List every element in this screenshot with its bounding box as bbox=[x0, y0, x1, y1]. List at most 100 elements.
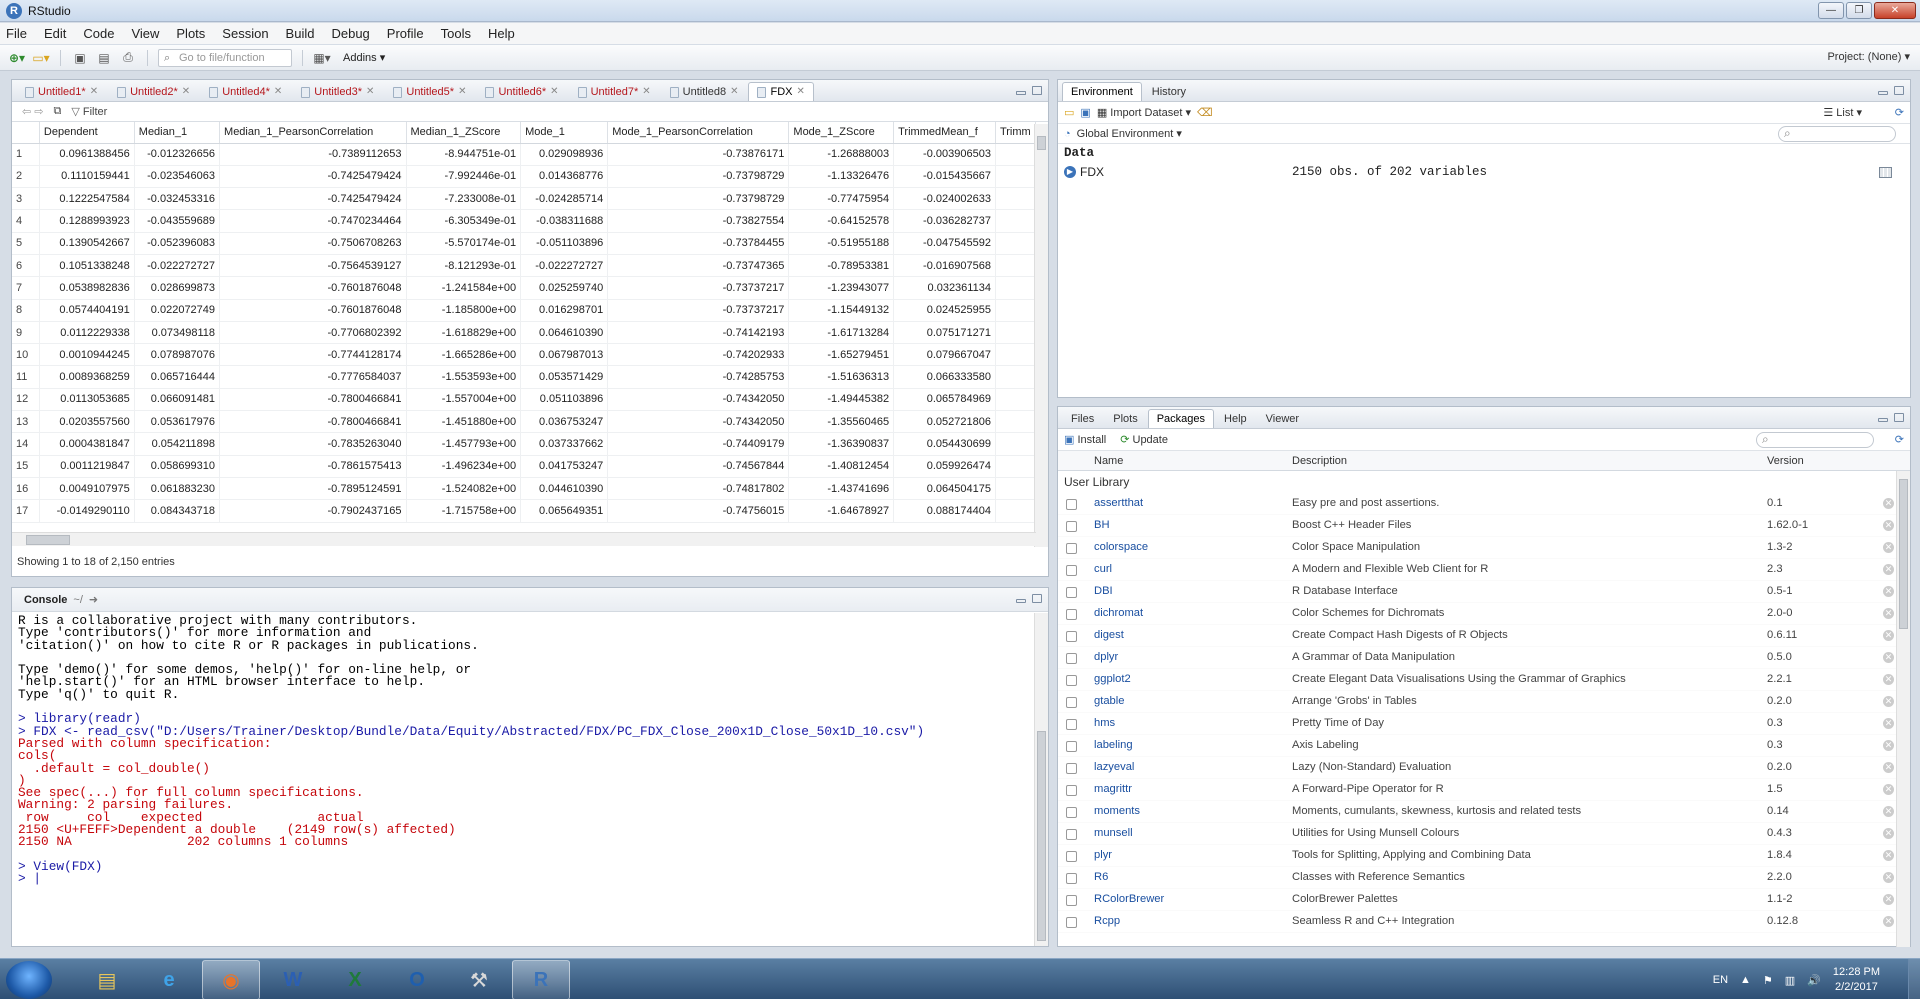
package-name-link[interactable]: RColorBrewer bbox=[1094, 893, 1164, 905]
print-icon[interactable]: ⎙ bbox=[119, 50, 137, 66]
remove-package-icon[interactable]: ✕ bbox=[1883, 674, 1894, 685]
package-checkbox[interactable] bbox=[1066, 917, 1077, 928]
show-desktop-button[interactable] bbox=[1908, 959, 1920, 999]
clear-broom-icon[interactable]: ⌫ bbox=[1197, 106, 1213, 119]
data-vertical-scrollbar[interactable] bbox=[1034, 124, 1048, 547]
tab-untitled5[interactable]: Untitled5* ✕ bbox=[384, 82, 475, 101]
package-name-link[interactable]: BH bbox=[1094, 519, 1110, 531]
minimize-pane-icon[interactable] bbox=[1016, 599, 1026, 603]
column-header[interactable]: Mode_1 bbox=[520, 122, 609, 144]
package-name-link[interactable]: DBI bbox=[1094, 585, 1113, 597]
package-name-link[interactable]: magrittr bbox=[1094, 783, 1132, 795]
remove-package-icon[interactable]: ✕ bbox=[1883, 498, 1894, 509]
remove-package-icon[interactable]: ✕ bbox=[1883, 586, 1894, 597]
update-button[interactable]: ⟳ Update bbox=[1120, 433, 1168, 446]
refresh-icon[interactable]: ⟳ bbox=[1895, 106, 1904, 119]
remove-package-icon[interactable]: ✕ bbox=[1883, 608, 1894, 619]
minimize-pane-icon[interactable] bbox=[1878, 418, 1888, 422]
remove-package-icon[interactable]: ✕ bbox=[1883, 850, 1894, 861]
start-button[interactable] bbox=[6, 961, 52, 999]
package-name-link[interactable]: assertthat bbox=[1094, 497, 1143, 509]
package-name-link[interactable]: labeling bbox=[1094, 739, 1133, 751]
tab-untitled4[interactable]: Untitled4* ✕ bbox=[200, 82, 291, 101]
package-name-link[interactable]: ggplot2 bbox=[1094, 673, 1131, 685]
column-header[interactable]: Median_1_PearsonCorrelation bbox=[219, 122, 407, 144]
environment-object-row[interactable]: ▶ FDX 2150 obs. of 202 variables bbox=[1058, 162, 1910, 182]
filter-button[interactable]: Filter bbox=[71, 105, 107, 118]
remove-package-icon[interactable]: ✕ bbox=[1883, 740, 1894, 751]
menu-build[interactable]: Build bbox=[286, 26, 315, 41]
menu-edit[interactable]: Edit bbox=[44, 26, 66, 41]
package-name-link[interactable]: moments bbox=[1094, 805, 1140, 817]
new-file-icon[interactable]: ⊕▾ bbox=[8, 50, 26, 66]
close-tab-icon[interactable]: ✕ bbox=[90, 83, 98, 101]
volume-icon[interactable]: 🔊 bbox=[1807, 974, 1821, 987]
package-name-link[interactable]: munsell bbox=[1094, 827, 1133, 839]
goto-file-input[interactable]: Go to file/function bbox=[158, 48, 292, 67]
remove-package-icon[interactable]: ✕ bbox=[1883, 784, 1894, 795]
remove-package-icon[interactable]: ✕ bbox=[1883, 916, 1894, 927]
console-output[interactable]: R is a collaborative project with many c… bbox=[12, 612, 1048, 945]
tab-history[interactable]: History bbox=[1143, 82, 1195, 101]
tab-untitled3[interactable]: Untitled3* ✕ bbox=[292, 82, 383, 101]
grid-layout-icon[interactable]: ▦▾ bbox=[313, 50, 331, 66]
package-name-link[interactable]: hms bbox=[1094, 717, 1115, 729]
menu-file[interactable]: File bbox=[6, 26, 27, 41]
column-description[interactable]: Description bbox=[1292, 455, 1347, 467]
package-name-link[interactable]: dplyr bbox=[1094, 651, 1118, 663]
package-checkbox[interactable] bbox=[1066, 785, 1077, 796]
package-name-link[interactable]: dichromat bbox=[1094, 607, 1143, 619]
clock[interactable]: 12:28 PM 2/2/2017 bbox=[1833, 965, 1880, 995]
outlook-icon[interactable]: O bbox=[388, 960, 446, 999]
back-forward-icon[interactable]: ⇦ ⇨ bbox=[22, 105, 44, 118]
package-checkbox[interactable] bbox=[1066, 697, 1077, 708]
tab-environment[interactable]: Environment bbox=[1062, 82, 1142, 101]
package-checkbox[interactable] bbox=[1066, 807, 1077, 818]
language-indicator[interactable]: EN bbox=[1713, 974, 1728, 986]
tab-untitled8[interactable]: Untitled8 ✕ bbox=[661, 82, 748, 101]
package-name-link[interactable]: lazyeval bbox=[1094, 761, 1134, 773]
package-name-link[interactable]: gtable bbox=[1094, 695, 1124, 707]
save-icon[interactable]: ▣ bbox=[71, 50, 89, 66]
close-tab-icon[interactable]: ✕ bbox=[366, 83, 374, 101]
menu-debug[interactable]: Debug bbox=[331, 26, 369, 41]
package-name-link[interactable]: R6 bbox=[1094, 871, 1108, 883]
project-menu[interactable]: Project: (None) ▾ bbox=[1827, 50, 1910, 63]
tools-icon[interactable]: ⚒ bbox=[450, 960, 508, 999]
tab-files[interactable]: Files bbox=[1062, 409, 1103, 428]
packages-scrollbar[interactable] bbox=[1896, 471, 1910, 947]
column-header[interactable]: TrimmedMean_f bbox=[893, 122, 996, 144]
remove-package-icon[interactable]: ✕ bbox=[1883, 630, 1894, 641]
remove-package-icon[interactable]: ✕ bbox=[1883, 872, 1894, 883]
remove-package-icon[interactable]: ✕ bbox=[1883, 652, 1894, 663]
remove-package-icon[interactable]: ✕ bbox=[1883, 542, 1894, 553]
remove-package-icon[interactable]: ✕ bbox=[1883, 564, 1894, 575]
menu-session[interactable]: Session bbox=[222, 26, 268, 41]
package-checkbox[interactable] bbox=[1066, 499, 1077, 510]
maximize-pane-icon[interactable] bbox=[1032, 86, 1042, 95]
package-name-link[interactable]: curl bbox=[1094, 563, 1112, 575]
column-header[interactable]: Median_1 bbox=[134, 122, 221, 144]
package-checkbox[interactable] bbox=[1066, 829, 1077, 840]
refresh-icon[interactable]: ⟳ bbox=[1895, 433, 1904, 446]
package-name-link[interactable]: plyr bbox=[1094, 849, 1112, 861]
package-checkbox[interactable] bbox=[1066, 741, 1077, 752]
flag-icon[interactable]: ⚑ bbox=[1763, 974, 1773, 987]
tab-untitled2[interactable]: Untitled2* ✕ bbox=[108, 82, 199, 101]
package-checkbox[interactable] bbox=[1066, 631, 1077, 642]
popout-icon[interactable]: ⧉ bbox=[54, 105, 62, 118]
data-horizontal-scrollbar[interactable] bbox=[12, 532, 1036, 546]
close-tab-icon[interactable]: ✕ bbox=[796, 83, 804, 101]
tab-untitled7[interactable]: Untitled7* ✕ bbox=[569, 82, 660, 101]
tab-plots[interactable]: Plots bbox=[1104, 409, 1146, 428]
tab-help[interactable]: Help bbox=[1215, 409, 1256, 428]
list-view-menu[interactable]: ☰ List ▾ bbox=[1823, 106, 1862, 119]
package-name-link[interactable]: Rcpp bbox=[1094, 915, 1120, 927]
menu-view[interactable]: View bbox=[131, 26, 159, 41]
remove-package-icon[interactable]: ✕ bbox=[1883, 828, 1894, 839]
view-data-grid-icon[interactable] bbox=[1879, 166, 1892, 178]
environment-scope-dropdown[interactable]: Global Environment ▾ bbox=[1077, 127, 1182, 140]
tab-fdx[interactable]: FDX ✕ bbox=[748, 82, 814, 101]
close-tab-icon[interactable]: ✕ bbox=[642, 83, 650, 101]
column-header[interactable]: Median_1_ZScore bbox=[406, 122, 522, 144]
